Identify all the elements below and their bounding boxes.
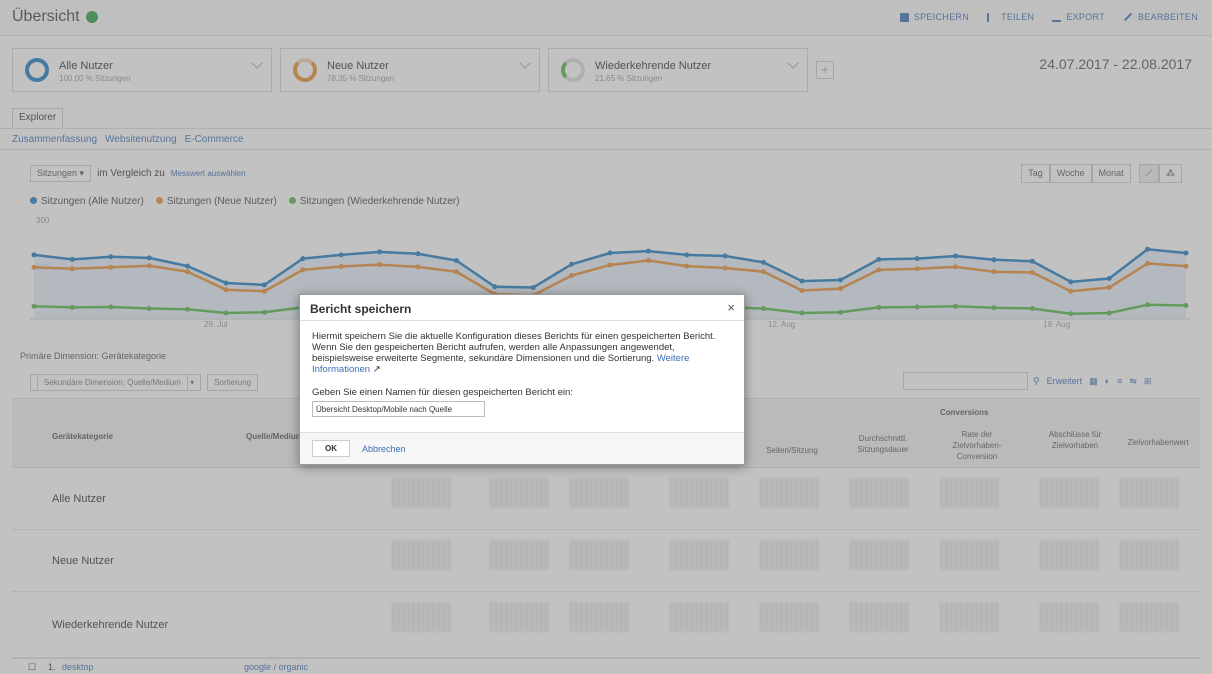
ok-button[interactable]: OK <box>312 440 350 457</box>
cancel-button[interactable]: Abbrechen <box>362 444 406 454</box>
name-prompt: Geben Sie einen Namen für diesen gespeic… <box>312 387 573 398</box>
save-report-dialog: Bericht speichern × Hiermit speichern Si… <box>299 294 745 465</box>
external-link-icon: ↗ <box>372 364 381 375</box>
dialog-title: Bericht speichern <box>310 302 412 316</box>
close-icon[interactable]: × <box>727 300 735 315</box>
dialog-header: Bericht speichern × <box>300 295 744 321</box>
dialog-description-text: Hiermit speichern Sie die aktuelle Konfi… <box>312 331 716 364</box>
report-name-input[interactable] <box>312 401 485 417</box>
analytics-page: Übersicht SPEICHERN TEILEN EXPORT BEARBE… <box>0 0 1212 674</box>
dialog-footer: OK Abbrechen <box>300 432 744 464</box>
dialog-description: Hiermit speichern Sie die aktuelle Konfi… <box>312 331 732 375</box>
dialog-body: Hiermit speichern Sie die aktuelle Konfi… <box>300 321 744 417</box>
